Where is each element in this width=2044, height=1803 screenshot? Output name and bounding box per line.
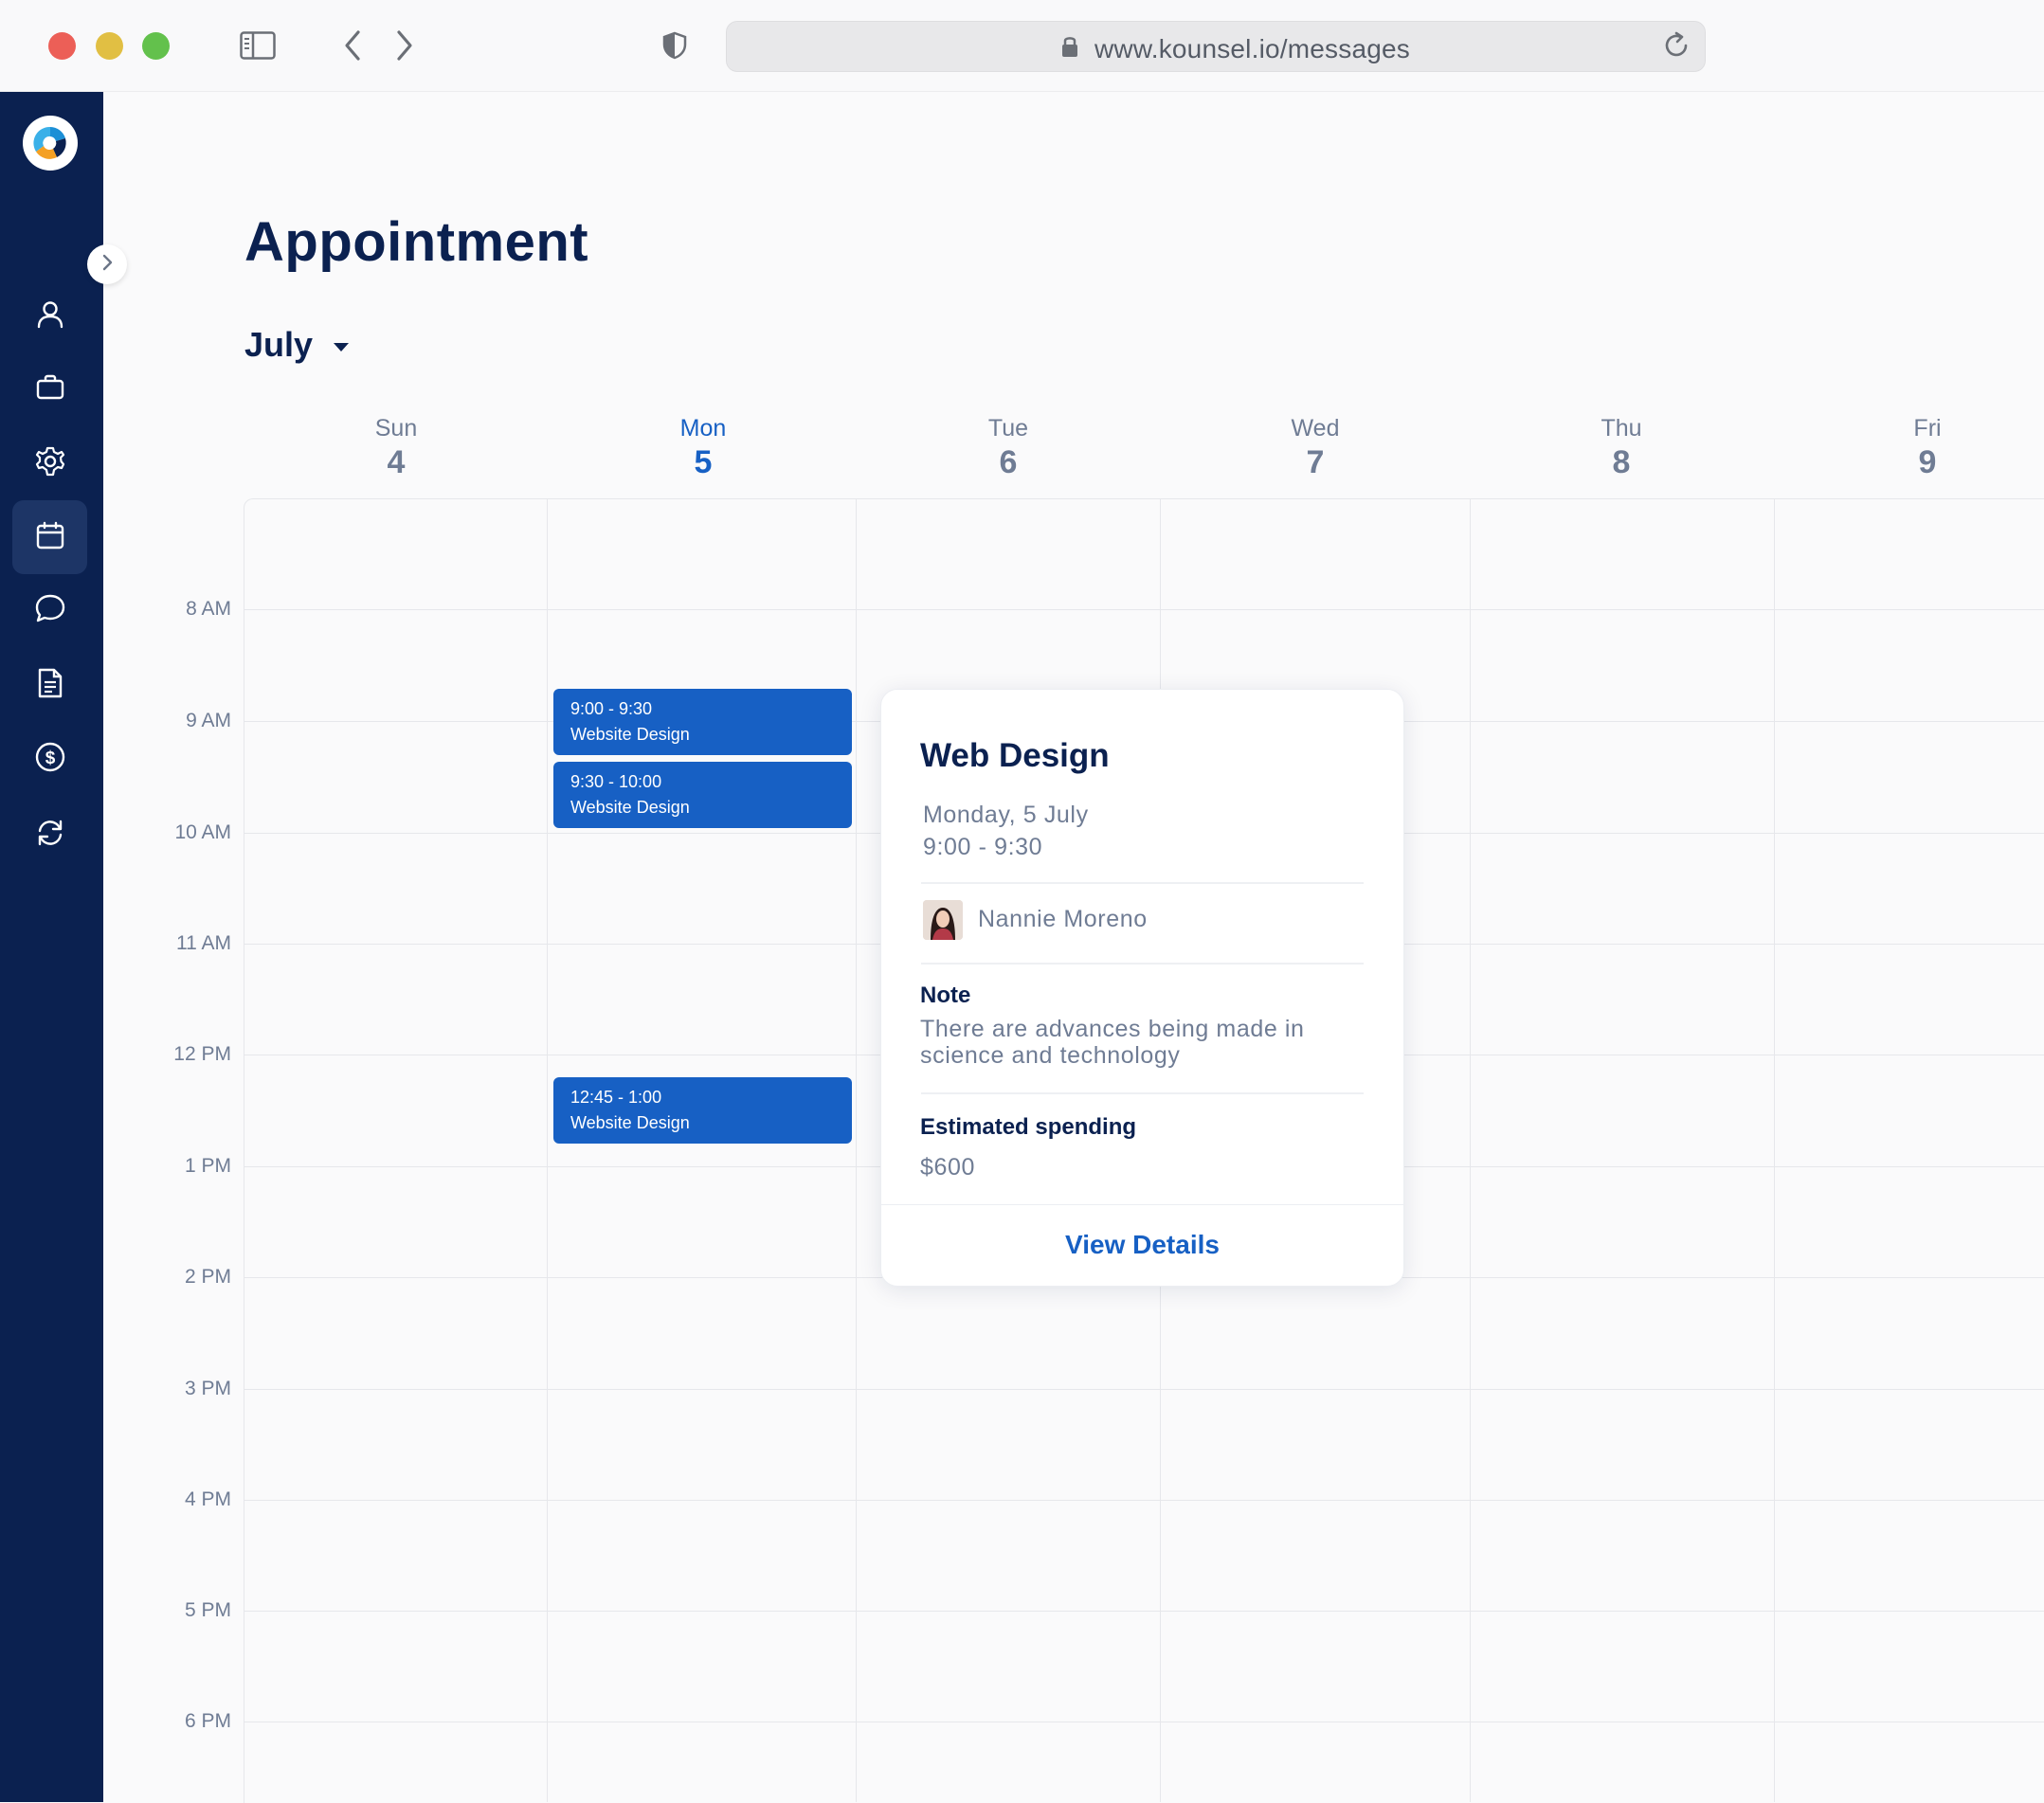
sidebar-item-documents[interactable] (12, 648, 87, 722)
day-number: 8 (1612, 444, 1631, 480)
spending-label: Estimated spending (920, 1114, 1137, 1140)
day-name: Sun (374, 415, 418, 442)
time-label: 5 PM (184, 1599, 231, 1621)
popover-date: Monday, 5 July (923, 802, 1089, 828)
day-header-sun[interactable]: Sun 4 (339, 415, 453, 481)
view-details-link[interactable]: View Details (881, 1230, 1403, 1260)
day-number: 5 (694, 444, 713, 480)
minimize-window-button[interactable] (96, 32, 123, 60)
time-label: 1 PM (184, 1155, 231, 1177)
time-label: 8 AM (186, 598, 231, 620)
sidebar-item-jobs[interactable] (12, 352, 87, 426)
day-header-wed[interactable]: Wed 7 (1258, 415, 1372, 481)
time-label: 4 PM (184, 1488, 231, 1510)
maximize-window-button[interactable] (142, 32, 170, 60)
gear-icon (34, 445, 66, 482)
divider (921, 1092, 1364, 1094)
day-number: 9 (1918, 444, 1937, 480)
divider (881, 1204, 1403, 1205)
sidebar-item-calendar[interactable] (12, 500, 87, 574)
event-title: Website Design (570, 725, 690, 744)
event-details-popover: Web Design Monday, 5 July 9:00 - 9:30 Na… (880, 689, 1404, 1287)
month-selector[interactable]: July (244, 325, 350, 365)
close-window-button[interactable] (48, 32, 76, 60)
day-number: 4 (387, 444, 406, 480)
note-text: There are advances being made in science… (920, 1016, 1305, 1069)
caret-down-icon (334, 342, 350, 352)
calendar-event[interactable]: 12:45 - 1:00 Website Design (553, 1077, 852, 1144)
day-header-fri[interactable]: Fri 9 (1871, 415, 1984, 481)
sidebar-item-payments[interactable]: $ (12, 722, 87, 796)
day-header-tue[interactable]: Tue 6 (951, 415, 1065, 481)
sidebar-item-sync[interactable] (12, 798, 87, 872)
calendar-event[interactable]: 9:30 - 10:00 Website Design (553, 762, 852, 828)
event-time: 9:00 - 9:30 (570, 699, 653, 718)
day-name: Thu (1601, 415, 1642, 442)
briefcase-icon (35, 372, 65, 407)
calendar-event[interactable]: 9:00 - 9:30 Website Design (553, 689, 852, 755)
time-label: 3 PM (184, 1378, 231, 1399)
popover-time: 9:00 - 9:30 (923, 834, 1043, 860)
grid-column-divider (1774, 498, 1775, 1802)
time-label: 11 AM (176, 932, 231, 954)
sidebar-item-settings[interactable] (12, 426, 87, 500)
sync-icon (34, 817, 66, 854)
grid-hour-line (244, 609, 2044, 610)
time-label: 12 PM (173, 1043, 231, 1065)
divider (921, 882, 1364, 884)
time-label: 9 AM (186, 710, 231, 731)
chat-icon (34, 593, 66, 628)
popover-title: Web Design (920, 737, 1110, 774)
forward-icon[interactable] (386, 27, 424, 64)
document-icon (36, 667, 64, 704)
day-number: 7 (1306, 444, 1325, 480)
spending-amount: $600 (920, 1154, 976, 1181)
note-label: Note (920, 983, 971, 1008)
browser-toolbar: www.kounsel.io/messages (0, 0, 2044, 92)
address-bar[interactable]: www.kounsel.io/messages (726, 21, 1706, 72)
grid-column-divider (1470, 498, 1471, 1802)
sidebar-item-profile[interactable] (12, 279, 87, 353)
shield-icon[interactable] (656, 27, 694, 64)
sidebar-item-messages[interactable] (12, 573, 87, 647)
chevron-right-icon (100, 253, 114, 277)
back-icon[interactable] (334, 27, 371, 64)
kounsel-logo[interactable] (23, 116, 78, 171)
event-time: 9:30 - 10:00 (570, 772, 662, 791)
grid-hour-line (244, 1389, 2044, 1390)
grid-column-divider (547, 498, 548, 1802)
grid-column-divider (856, 498, 857, 1802)
svg-text:$: $ (45, 748, 55, 768)
day-header-thu[interactable]: Thu 8 (1565, 415, 1678, 481)
app-sidebar: $ (0, 92, 103, 1802)
day-name: Mon (679, 415, 727, 442)
avatar (923, 900, 963, 940)
calendar-icon (35, 520, 65, 555)
time-label: 2 PM (184, 1266, 231, 1288)
day-header-mon[interactable]: Mon 5 (646, 415, 760, 481)
time-label: 10 AM (174, 821, 231, 843)
month-label: July (244, 325, 314, 364)
time-label: 6 PM (184, 1710, 231, 1732)
day-name: Fri (1913, 415, 1942, 442)
lock-icon (1060, 34, 1079, 63)
page-title: Appointment (244, 211, 589, 273)
event-title: Website Design (570, 798, 690, 817)
sidebar-expand-button[interactable] (87, 244, 127, 284)
event-title: Website Design (570, 1113, 690, 1132)
event-time: 12:45 - 1:00 (570, 1088, 662, 1107)
sidebar-toggle-icon[interactable] (239, 27, 277, 64)
reload-icon[interactable] (1661, 30, 1691, 65)
day-name: Tue (987, 415, 1029, 442)
divider (921, 963, 1364, 965)
day-number: 6 (999, 444, 1018, 480)
grid-hour-line (244, 1611, 2044, 1612)
day-name: Wed (1291, 415, 1340, 442)
url-text: www.kounsel.io/messages (1094, 34, 1410, 63)
user-icon (35, 299, 65, 334)
popover-person-name: Nannie Moreno (978, 906, 1148, 932)
grid-hour-line (244, 1500, 2044, 1501)
dollar-icon: $ (34, 741, 66, 778)
